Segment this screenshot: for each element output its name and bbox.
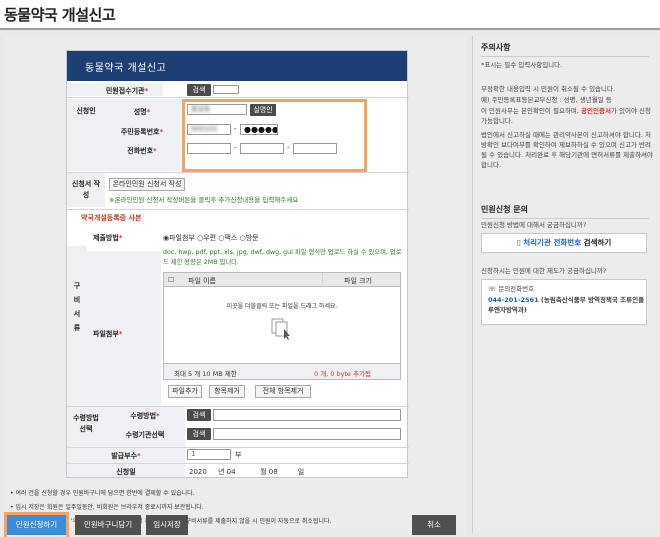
write-form-button[interactable]: 온라인민원 신청서 작성 [109, 178, 185, 191]
remove-all-button[interactable]: 전체 항목제거 [255, 385, 311, 398]
applicant-highlight [182, 99, 367, 172]
remove-item-button[interactable]: 항목제거 [209, 385, 245, 398]
receive-section-label: 수령방법 선택 [73, 414, 99, 433]
cancel-button[interactable]: 취소 [412, 515, 456, 535]
copies-input[interactable]: 1 [187, 449, 231, 460]
receive-method-label: 수령방법* [130, 412, 160, 420]
date-value: 2020 년 04 월 08 일 [189, 468, 305, 476]
phone-label: 전화번호* [127, 147, 157, 155]
copies-label: 발급부수* [111, 452, 141, 460]
inquiry-text: 민원신청 방법에 대해서 궁금하십니까? [481, 221, 587, 229]
notice-required: *표시는 필수 입력사항입니다. [481, 61, 563, 69]
notice-text-1: 부정확한 내용입력 시 민원이 취소될 수 있습니다. [481, 85, 616, 93]
system-text: 신청하시는 민원에 대한 제도가 궁금하십니까? [481, 267, 607, 275]
add-file-button[interactable]: 파일추가 [168, 385, 202, 398]
notice-text-2: 예) 주민등록표등본교부신청 : 성명, 생년월일 등 [481, 96, 612, 104]
contact-info: 044-201-2561 (농림축산식품부 방역정책국 조류인플루엔자방역과) [488, 296, 645, 314]
drop-hint: 이곳을 더블클릭 또는 파일을 드래그 하세요. [226, 303, 338, 310]
receive-method-field[interactable] [213, 409, 401, 421]
main-panel: 동물약국 개설신고 민원접수기관* 검색 신청인 성명* 주민등록번호* 전화번… [4, 36, 466, 537]
inquiry-title: 민원신청 문의 [481, 205, 528, 214]
col-file-name: 파일 이름 [188, 277, 216, 285]
notice-title: 주의사항 [481, 43, 511, 52]
contact-box: ☏ 문의전화번호 044-201-2561 (농림축산식품부 방역정책국 조류인… [481, 279, 647, 325]
temp-save-button[interactable]: 임시저장 [146, 515, 188, 535]
form-title: 동물약국 개설신고 [85, 63, 167, 74]
rrn-label: 주민등록번호* [120, 128, 164, 136]
page-title: 동물약국 개설신고 [4, 6, 116, 24]
write-note: ※온라인민원 신청서 작성버튼을 클릭후 추가신청내용을 입력해주세요 [109, 196, 299, 204]
application-form: 동물약국 개설신고 민원접수기관* 검색 신청인 성명* 주민등록번호* 전화번… [66, 50, 409, 478]
file-added-text: 0 개, 0 byte 추가됨 [314, 370, 372, 378]
receive-agency-field[interactable] [213, 428, 401, 440]
receive-agency-label: 수령기관선택 [125, 431, 165, 439]
receive-method-search-button[interactable]: 검색 [187, 409, 211, 421]
notice-text-3: 이 민원사무는 본인확인이 필요하며, 공인인증서가 있어야 신청가능합니다. [481, 107, 651, 125]
file-upload-icon [270, 317, 292, 343]
agency-label: 민원접수기관* [105, 87, 149, 95]
file-table-header: ☐ 파일 이름 파일 크기 [164, 273, 400, 287]
file-list-table[interactable]: ☐ 파일 이름 파일 크기 이곳을 더블클릭 또는 파일을 드래그 하세요. [163, 272, 401, 364]
contact-label: 문의전화번호 [498, 285, 535, 293]
find-phone-button[interactable]: ▯ 처리기관 전화번호 검색하기 [481, 233, 647, 253]
agency-field[interactable] [213, 85, 239, 94]
phone-icon: ☏ [488, 285, 497, 293]
write-label: 신청서 작성 [71, 180, 101, 199]
form-header: 동물약국 개설신고 [67, 51, 407, 81]
title-bar: 동물약국 개설신고 [0, 0, 660, 30]
sidebar: 주의사항 *표시는 필수 입력사항입니다. 부정확한 내용입력 시 민원이 취소… [472, 36, 656, 533]
documents-label: 구비서류 [73, 282, 81, 332]
name-label: 성명* [133, 108, 151, 116]
submit-method-label: 제출방법* [93, 234, 123, 242]
note-1: • 여러 건을 신청할 경우 민원바구니에 담으면 한번에 결제할 수 있습니다… [10, 490, 195, 497]
note-2: • 임시 저장은 회원은 일주일동안, 비회원은 브라우저 종료시까지 보관됩니… [10, 504, 204, 511]
file-limit-text: 최대 5 개 10 MB 제한 [174, 370, 237, 378]
attach-label: 파일첨부* [93, 330, 123, 338]
col-file-size: 파일 크기 [344, 277, 372, 285]
receive-agency-search-button[interactable]: 검색 [187, 428, 211, 440]
notice-text-4: 법인에서 신고하실 때에는 관리약사본이 신고하셔야 합니다. 처방확인 보다여… [481, 131, 654, 169]
book-icon: ▯ [516, 238, 521, 247]
agency-search-button[interactable]: 검색 [187, 84, 211, 96]
date-label: 신청일 [116, 468, 136, 476]
submit-method-options[interactable]: ◉파일첨부 ○우편 ○팩스 ○방문 [163, 233, 259, 243]
applicant-label: 신청인 [76, 107, 96, 115]
registration-subtitle: 약국개설등록증 사본 [81, 214, 142, 222]
apply-button[interactable]: 민원신청하기 [7, 515, 66, 535]
basket-button[interactable]: 민원바구니담기 [75, 515, 141, 535]
file-format-note: doc, hwp, pdf, ppt, xls, jpg, dwf, dwg, … [163, 249, 402, 266]
